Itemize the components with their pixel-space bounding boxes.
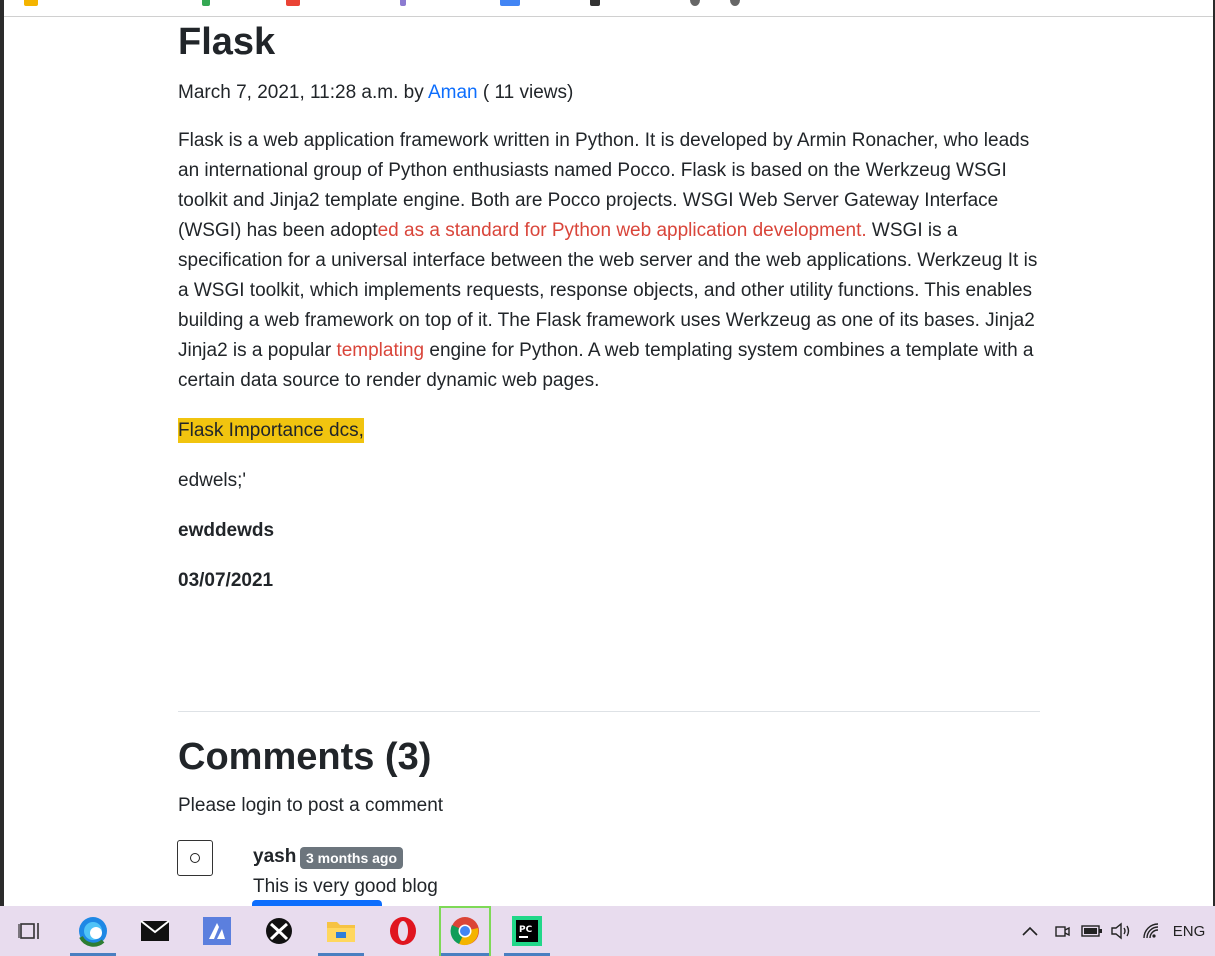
mail-icon[interactable] — [130, 906, 180, 956]
divider — [178, 711, 1040, 712]
pycharm-icon[interactable]: PC — [502, 906, 552, 956]
chrome-icon[interactable] — [439, 906, 491, 956]
browser-viewport: Flask March 7, 2021, 11:28 a.m. by Aman … — [0, 0, 1215, 906]
body-bold-line: ewddewds — [178, 520, 275, 541]
highlighted-text: Flask Importance dcs, — [178, 418, 364, 443]
opera-icon[interactable] — [378, 906, 428, 956]
bookmark-icon[interactable] — [690, 0, 700, 6]
post-date: March 7, 2021, 11:28 a.m. by — [178, 82, 428, 103]
user-avatar-icon — [177, 840, 213, 876]
comment-username: yash — [253, 846, 297, 867]
post-content: Flask March 7, 2021, 11:28 a.m. by Aman … — [178, 16, 1040, 594]
svg-text:PC: PC — [519, 925, 533, 935]
bookmarks-bar — [4, 0, 1213, 17]
login-prompt: Please login to post a comment — [178, 795, 444, 816]
body-line: edwels;' — [178, 470, 247, 491]
chevron-up-icon[interactable] — [1018, 906, 1042, 956]
bookmark-icon[interactable] — [400, 0, 406, 6]
comment-time-badge: 3 months ago — [300, 847, 404, 869]
templating-link[interactable]: templating — [336, 340, 424, 361]
comments-heading: Comments (3) — [178, 736, 432, 778]
highlight-line: Flask Importance dcs, — [178, 418, 1040, 444]
task-view-icon[interactable] — [5, 906, 55, 956]
bookmark-icon[interactable] — [202, 0, 210, 6]
body-bold-date: 03/07/2021 — [178, 570, 274, 591]
xbox-icon[interactable] — [254, 906, 304, 956]
bookmark-icon[interactable] — [500, 0, 520, 6]
bookmark-apps-icon[interactable] — [24, 0, 38, 6]
body-red-text: ed as a standard for Python web applicat… — [377, 220, 867, 241]
battery-icon[interactable] — [1080, 906, 1104, 956]
volume-icon[interactable] — [1108, 906, 1134, 956]
windows-taskbar: PC ENG — [0, 906, 1215, 956]
meet-now-icon[interactable] — [1050, 906, 1074, 956]
language-indicator[interactable]: ENG — [1170, 906, 1208, 956]
bookmark-icon[interactable] — [286, 0, 300, 6]
post-body: Flask is a web application framework wri… — [178, 126, 1040, 396]
edge-icon[interactable] — [68, 906, 118, 956]
wifi-icon[interactable] — [1140, 906, 1164, 956]
window-edge-left — [0, 0, 4, 906]
post-title: Flask — [178, 21, 276, 63]
post-views: ( 11 views) — [477, 82, 574, 103]
app-a-icon[interactable] — [192, 906, 242, 956]
bookmark-icon[interactable] — [590, 0, 600, 6]
post-meta: March 7, 2021, 11:28 a.m. by Aman ( 11 v… — [178, 80, 1040, 106]
author-link[interactable]: Aman — [428, 82, 478, 103]
bookmark-icon[interactable] — [730, 0, 740, 6]
comment-text: This is very good blog — [253, 876, 438, 897]
file-explorer-icon[interactable] — [316, 906, 366, 956]
